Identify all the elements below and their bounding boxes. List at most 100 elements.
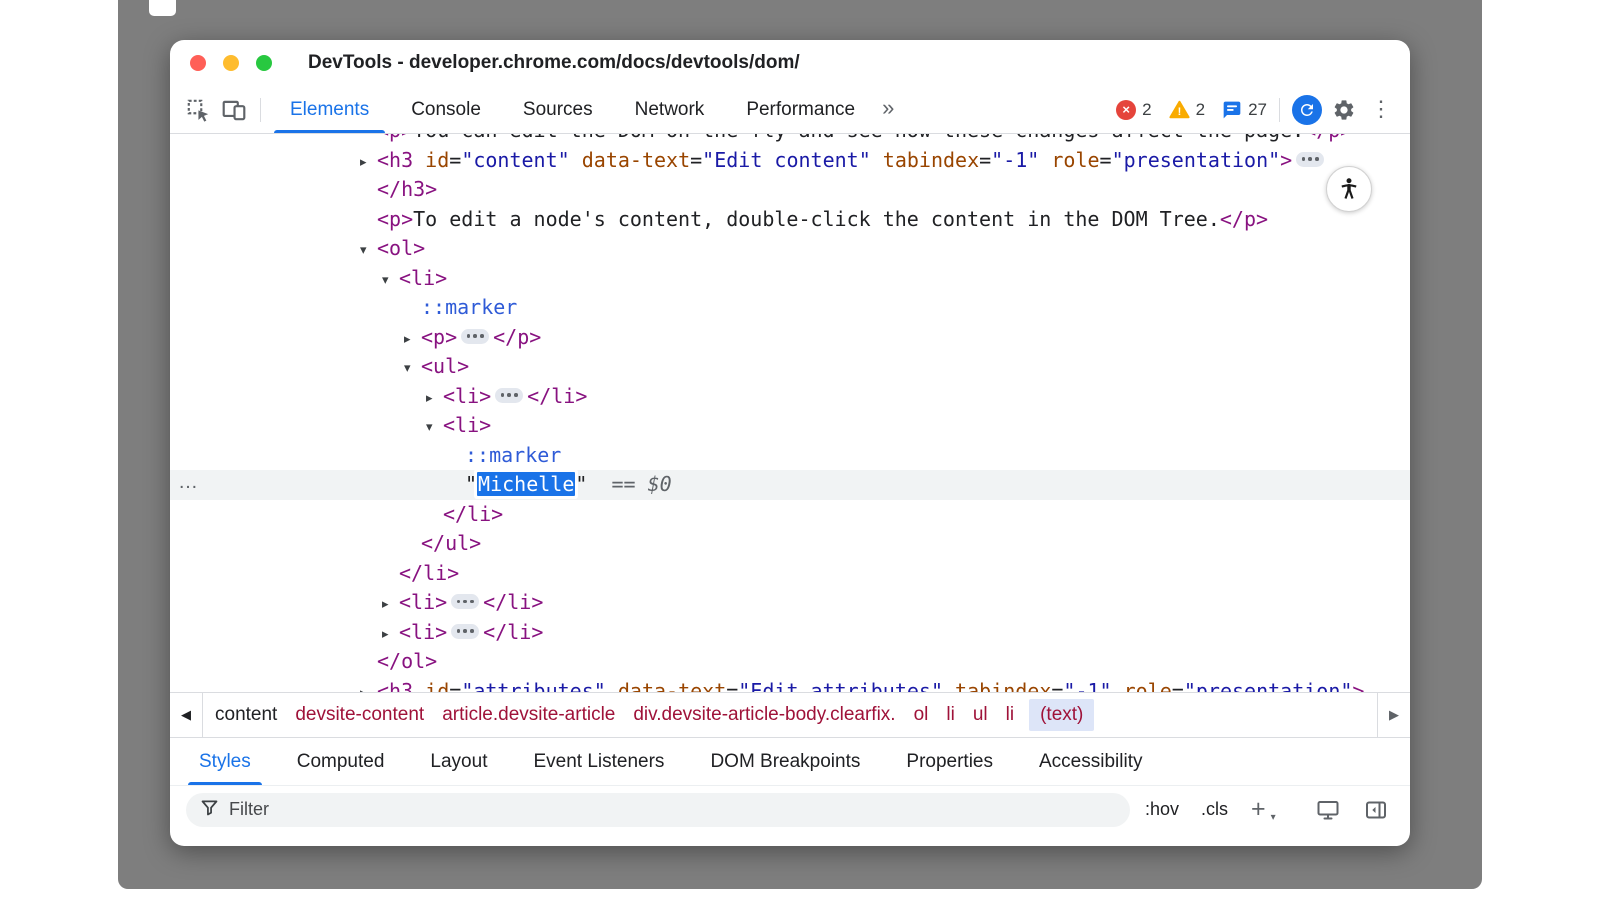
dom-tree-line[interactable]: ▾<li>: [170, 264, 1410, 294]
tab-properties[interactable]: Properties: [883, 738, 1016, 785]
dom-tree-line[interactable]: ▸<li></li>: [170, 382, 1410, 412]
tab-event-listeners[interactable]: Event Listeners: [510, 738, 687, 785]
dom-tree-line[interactable]: ▸<h3 id="content" data-text="Edit conten…: [170, 146, 1410, 176]
code-tag: <p>: [421, 325, 457, 349]
code-attr-name: id: [425, 148, 449, 172]
chevron-down-icon: ▾: [1271, 813, 1276, 823]
breadcrumb-item[interactable]: devsite-content: [295, 704, 424, 726]
more-tabs-button[interactable]: »: [876, 95, 904, 125]
refresh-activity-icon[interactable]: [1292, 95, 1322, 125]
breadcrumb-item[interactable]: article.devsite-article: [442, 704, 615, 726]
disclosure-collapsed-icon[interactable]: ▸: [382, 620, 399, 650]
inline-edit-selection[interactable]: Michelle: [477, 472, 575, 496]
disclosure-expanded-icon[interactable]: ▾: [360, 236, 377, 266]
inspect-element-icon[interactable]: [180, 93, 216, 127]
device-toolbar-icon[interactable]: [216, 93, 252, 127]
hov-toggle[interactable]: :hov: [1138, 799, 1186, 820]
dom-tree-line[interactable]: ▾<ul>: [170, 352, 1410, 382]
close-window-button[interactable]: [190, 55, 206, 71]
breadcrumb-item[interactable]: content: [215, 704, 277, 726]
tab-elements[interactable]: Elements: [269, 86, 390, 133]
dom-tree-line[interactable]: ▸<li></li>: [170, 588, 1410, 618]
dom-tree-line[interactable]: </li>: [170, 559, 1410, 589]
code-tag: <li>: [443, 384, 491, 408]
toolbar-divider: [1279, 98, 1280, 122]
expand-ellipsis-icon[interactable]: [1296, 152, 1324, 167]
minimize-window-button[interactable]: [223, 55, 239, 71]
toolbar-divider: [260, 98, 261, 122]
dom-tree-line[interactable]: </ol>: [170, 647, 1410, 677]
tab-network[interactable]: Network: [614, 86, 726, 133]
tab-sources[interactable]: Sources: [502, 86, 614, 133]
error-badge[interactable]: × 2: [1116, 100, 1151, 120]
code-text: =: [1172, 679, 1184, 693]
dom-tree-line[interactable]: ▸<p> </p>: [170, 323, 1410, 353]
dom-tree-line[interactable]: ::marker: [170, 293, 1410, 323]
dom-tree-line[interactable]: …"Michelle" == $0: [170, 470, 1410, 500]
disclosure-collapsed-icon[interactable]: ▸: [404, 325, 421, 355]
code-tag: </ol>: [377, 649, 437, 673]
breadcrumb-item[interactable]: li: [1006, 704, 1014, 726]
tab-performance[interactable]: Performance: [725, 86, 876, 133]
dom-tree-line[interactable]: </ul>: [170, 529, 1410, 559]
zoom-window-button[interactable]: [256, 55, 272, 71]
more-options-icon[interactable]: ⋮: [1362, 96, 1396, 124]
sidebar-toggle-icon[interactable]: [1358, 793, 1394, 827]
code-tag: </h3>: [377, 177, 437, 201]
disclosure-collapsed-icon[interactable]: ▸: [382, 590, 399, 620]
disclosure-expanded-icon[interactable]: ▾: [404, 354, 421, 384]
cls-toggle[interactable]: .cls: [1194, 799, 1235, 820]
styles-pane-tabs: StylesComputedLayoutEvent ListenersDOM B…: [170, 738, 1410, 786]
filter-input[interactable]: [229, 799, 1117, 820]
disclosure-collapsed-icon[interactable]: ▸: [360, 679, 377, 693]
accessibility-person-icon[interactable]: [1326, 166, 1372, 212]
expand-ellipsis-icon[interactable]: [451, 594, 479, 609]
filter-field[interactable]: [186, 793, 1130, 827]
settings-gear-icon[interactable]: [1326, 93, 1362, 127]
dom-tree-line[interactable]: ::marker: [170, 441, 1410, 471]
breadcrumb-item[interactable]: (text): [1029, 699, 1094, 731]
code-text: [1112, 679, 1124, 693]
code-tag: </li>: [443, 502, 503, 526]
code-tag: <h3: [377, 148, 413, 172]
dom-tree-line[interactable]: ▸<li></li>: [170, 618, 1410, 648]
issues-badge[interactable]: 27: [1222, 100, 1267, 120]
tab-styles[interactable]: Styles: [176, 738, 274, 785]
breadcrumb-item[interactable]: li: [946, 704, 954, 726]
disclosure-collapsed-icon[interactable]: ▸: [360, 148, 377, 178]
tab-dom-breakpoints[interactable]: DOM Breakpoints: [687, 738, 883, 785]
dom-tree-line[interactable]: <p>You can edit the DOM on the fly and s…: [170, 134, 1410, 146]
tab-computed[interactable]: Computed: [274, 738, 408, 785]
rendering-emulation-icon[interactable]: [1310, 793, 1346, 827]
new-style-rule-icon[interactable]: +▾: [1243, 797, 1276, 822]
dom-tree-line[interactable]: ▸<h3 id="attributes" data-text="Edit att…: [170, 677, 1410, 693]
dom-tree-line[interactable]: ▾<ol>: [170, 234, 1410, 264]
code-tag: </li>: [483, 590, 543, 614]
tab-accessibility[interactable]: Accessibility: [1016, 738, 1165, 785]
code-tag: </p>: [493, 325, 541, 349]
disclosure-collapsed-icon[interactable]: ▸: [426, 384, 443, 414]
dom-tree-line[interactable]: <p>To edit a node's content, double-clic…: [170, 205, 1410, 235]
dom-tree-line[interactable]: ▾<li>: [170, 411, 1410, 441]
expand-ellipsis-icon[interactable]: [451, 624, 479, 639]
dom-tree-line[interactable]: </li>: [170, 500, 1410, 530]
code-tag: <li>: [399, 266, 447, 290]
expand-ellipsis-icon[interactable]: [461, 329, 489, 344]
warning-badge[interactable]: ! 2: [1169, 100, 1205, 120]
breadcrumb-item[interactable]: div.devsite-article-body.clearfix.: [633, 704, 895, 726]
dom-tree-line[interactable]: </h3>: [170, 175, 1410, 205]
expand-ellipsis-icon[interactable]: [495, 388, 523, 403]
dollar-zero-hint: $0: [648, 472, 672, 496]
breadcrumb-item[interactable]: ul: [973, 704, 988, 726]
disclosure-expanded-icon[interactable]: ▾: [382, 266, 399, 296]
code-text: [570, 148, 582, 172]
row-actions-icon[interactable]: …: [178, 468, 199, 498]
code-attr-value: "presentation": [1184, 679, 1353, 693]
breadcrumb-scroll-left-icon[interactable]: ◀: [170, 693, 203, 737]
breadcrumb-scroll-right-icon[interactable]: ▶: [1377, 693, 1410, 737]
breadcrumb-item[interactable]: ol: [914, 704, 929, 726]
equals-sign: ==: [612, 472, 648, 496]
tab-console[interactable]: Console: [390, 86, 502, 133]
tab-layout[interactable]: Layout: [407, 738, 510, 785]
disclosure-expanded-icon[interactable]: ▾: [426, 413, 443, 443]
